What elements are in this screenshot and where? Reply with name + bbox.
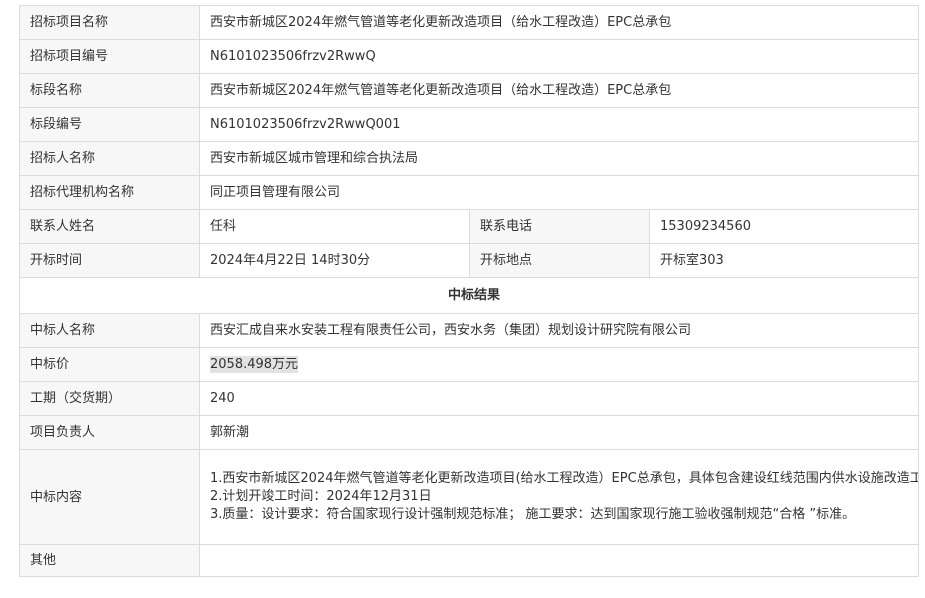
opening-time-value: 2024年4月22日 14时30分 (199, 243, 470, 278)
manager-label: 项目负责人 (19, 415, 200, 450)
price-cell: 2058.498万元 (199, 347, 919, 382)
contact-value: 任科 (199, 209, 470, 244)
price-value: 2058.498万元 (210, 356, 299, 373)
period-value: 240 (199, 381, 919, 416)
table-row: 其他 (19, 544, 919, 577)
table-row: 中标结果 (19, 277, 919, 314)
content-line-3: 3.质量：设计要求：符合国家现行设计强制规范标准； 施工要求：达到国家现行施工验… (210, 507, 856, 522)
content-label: 中标内容 (19, 449, 200, 545)
period-label: 工期（交货期） (19, 381, 200, 416)
section-no-label: 标段编号 (19, 107, 200, 142)
winner-value: 西安汇成自来水安装工程有限责任公司，西安水务（集团）规划设计研究院有限公司 (199, 313, 919, 348)
section-name-label: 标段名称 (19, 73, 200, 108)
table-row: 联系人姓名 任科 联系电话 15309234560 (19, 209, 919, 244)
manager-value: 郭新潮 (199, 415, 919, 450)
phone-label: 联系电话 (469, 209, 650, 244)
table-row: 中标价 2058.498万元 (19, 347, 919, 382)
opening-time-label: 开标时间 (19, 243, 200, 278)
table-row: 标段编号 N6101023506frzv2RwwQ001 (19, 107, 919, 142)
table-row: 招标项目名称 西安市新城区2024年燃气管道等老化更新改造项目（给水工程改造）E… (19, 5, 919, 40)
other-value (199, 544, 919, 577)
tenderer-label: 招标人名称 (19, 141, 200, 176)
result-section-title: 中标结果 (19, 277, 919, 314)
table-row: 开标时间 2024年4月22日 14时30分 开标地点 开标室303 (19, 243, 919, 278)
contact-label: 联系人姓名 (19, 209, 200, 244)
tender-info-table: 招标项目名称 西安市新城区2024年燃气管道等老化更新改造项目（给水工程改造）E… (19, 5, 919, 577)
agency-label: 招标代理机构名称 (19, 175, 200, 210)
other-label: 其他 (19, 544, 200, 577)
content-value: 1.西安市新城区2024年燃气管道等老化更新改造项目(给水工程改造）EPC总承包… (199, 449, 919, 545)
winner-label: 中标人名称 (19, 313, 200, 348)
price-label: 中标价 (19, 347, 200, 382)
project-name-value: 西安市新城区2024年燃气管道等老化更新改造项目（给水工程改造）EPC总承包 (199, 5, 919, 40)
phone-value: 15309234560 (649, 209, 919, 244)
project-name-label: 招标项目名称 (19, 5, 200, 40)
table-row: 标段名称 西安市新城区2024年燃气管道等老化更新改造项目（给水工程改造）EPC… (19, 73, 919, 108)
section-name-value: 西安市新城区2024年燃气管道等老化更新改造项目（给水工程改造）EPC总承包 (199, 73, 919, 108)
opening-place-value: 开标室303 (649, 243, 919, 278)
table-row: 中标内容 1.西安市新城区2024年燃气管道等老化更新改造项目(给水工程改造）E… (19, 449, 919, 545)
tender-result-page: 招标项目名称 西安市新城区2024年燃气管道等老化更新改造项目（给水工程改造）E… (0, 0, 925, 598)
agency-value: 同正项目管理有限公司 (199, 175, 919, 210)
table-row: 中标人名称 西安汇成自来水安装工程有限责任公司，西安水务（集团）规划设计研究院有… (19, 313, 919, 348)
section-no-value: N6101023506frzv2RwwQ001 (199, 107, 919, 142)
content-line-2: 2.计划开竣工时间：2024年12月31日 (210, 489, 432, 504)
table-row: 招标人名称 西安市新城区城市管理和综合执法局 (19, 141, 919, 176)
tenderer-value: 西安市新城区城市管理和综合执法局 (199, 141, 919, 176)
table-row: 招标代理机构名称 同正项目管理有限公司 (19, 175, 919, 210)
content-line-1: 1.西安市新城区2024年燃气管道等老化更新改造项目(给水工程改造）EPC总承包… (210, 471, 918, 486)
project-no-label: 招标项目编号 (19, 39, 200, 74)
table-row: 工期（交货期） 240 (19, 381, 919, 416)
project-no-value: N6101023506frzv2RwwQ (199, 39, 919, 74)
table-row: 项目负责人 郭新潮 (19, 415, 919, 450)
opening-place-label: 开标地点 (469, 243, 650, 278)
table-row: 招标项目编号 N6101023506frzv2RwwQ (19, 39, 919, 74)
